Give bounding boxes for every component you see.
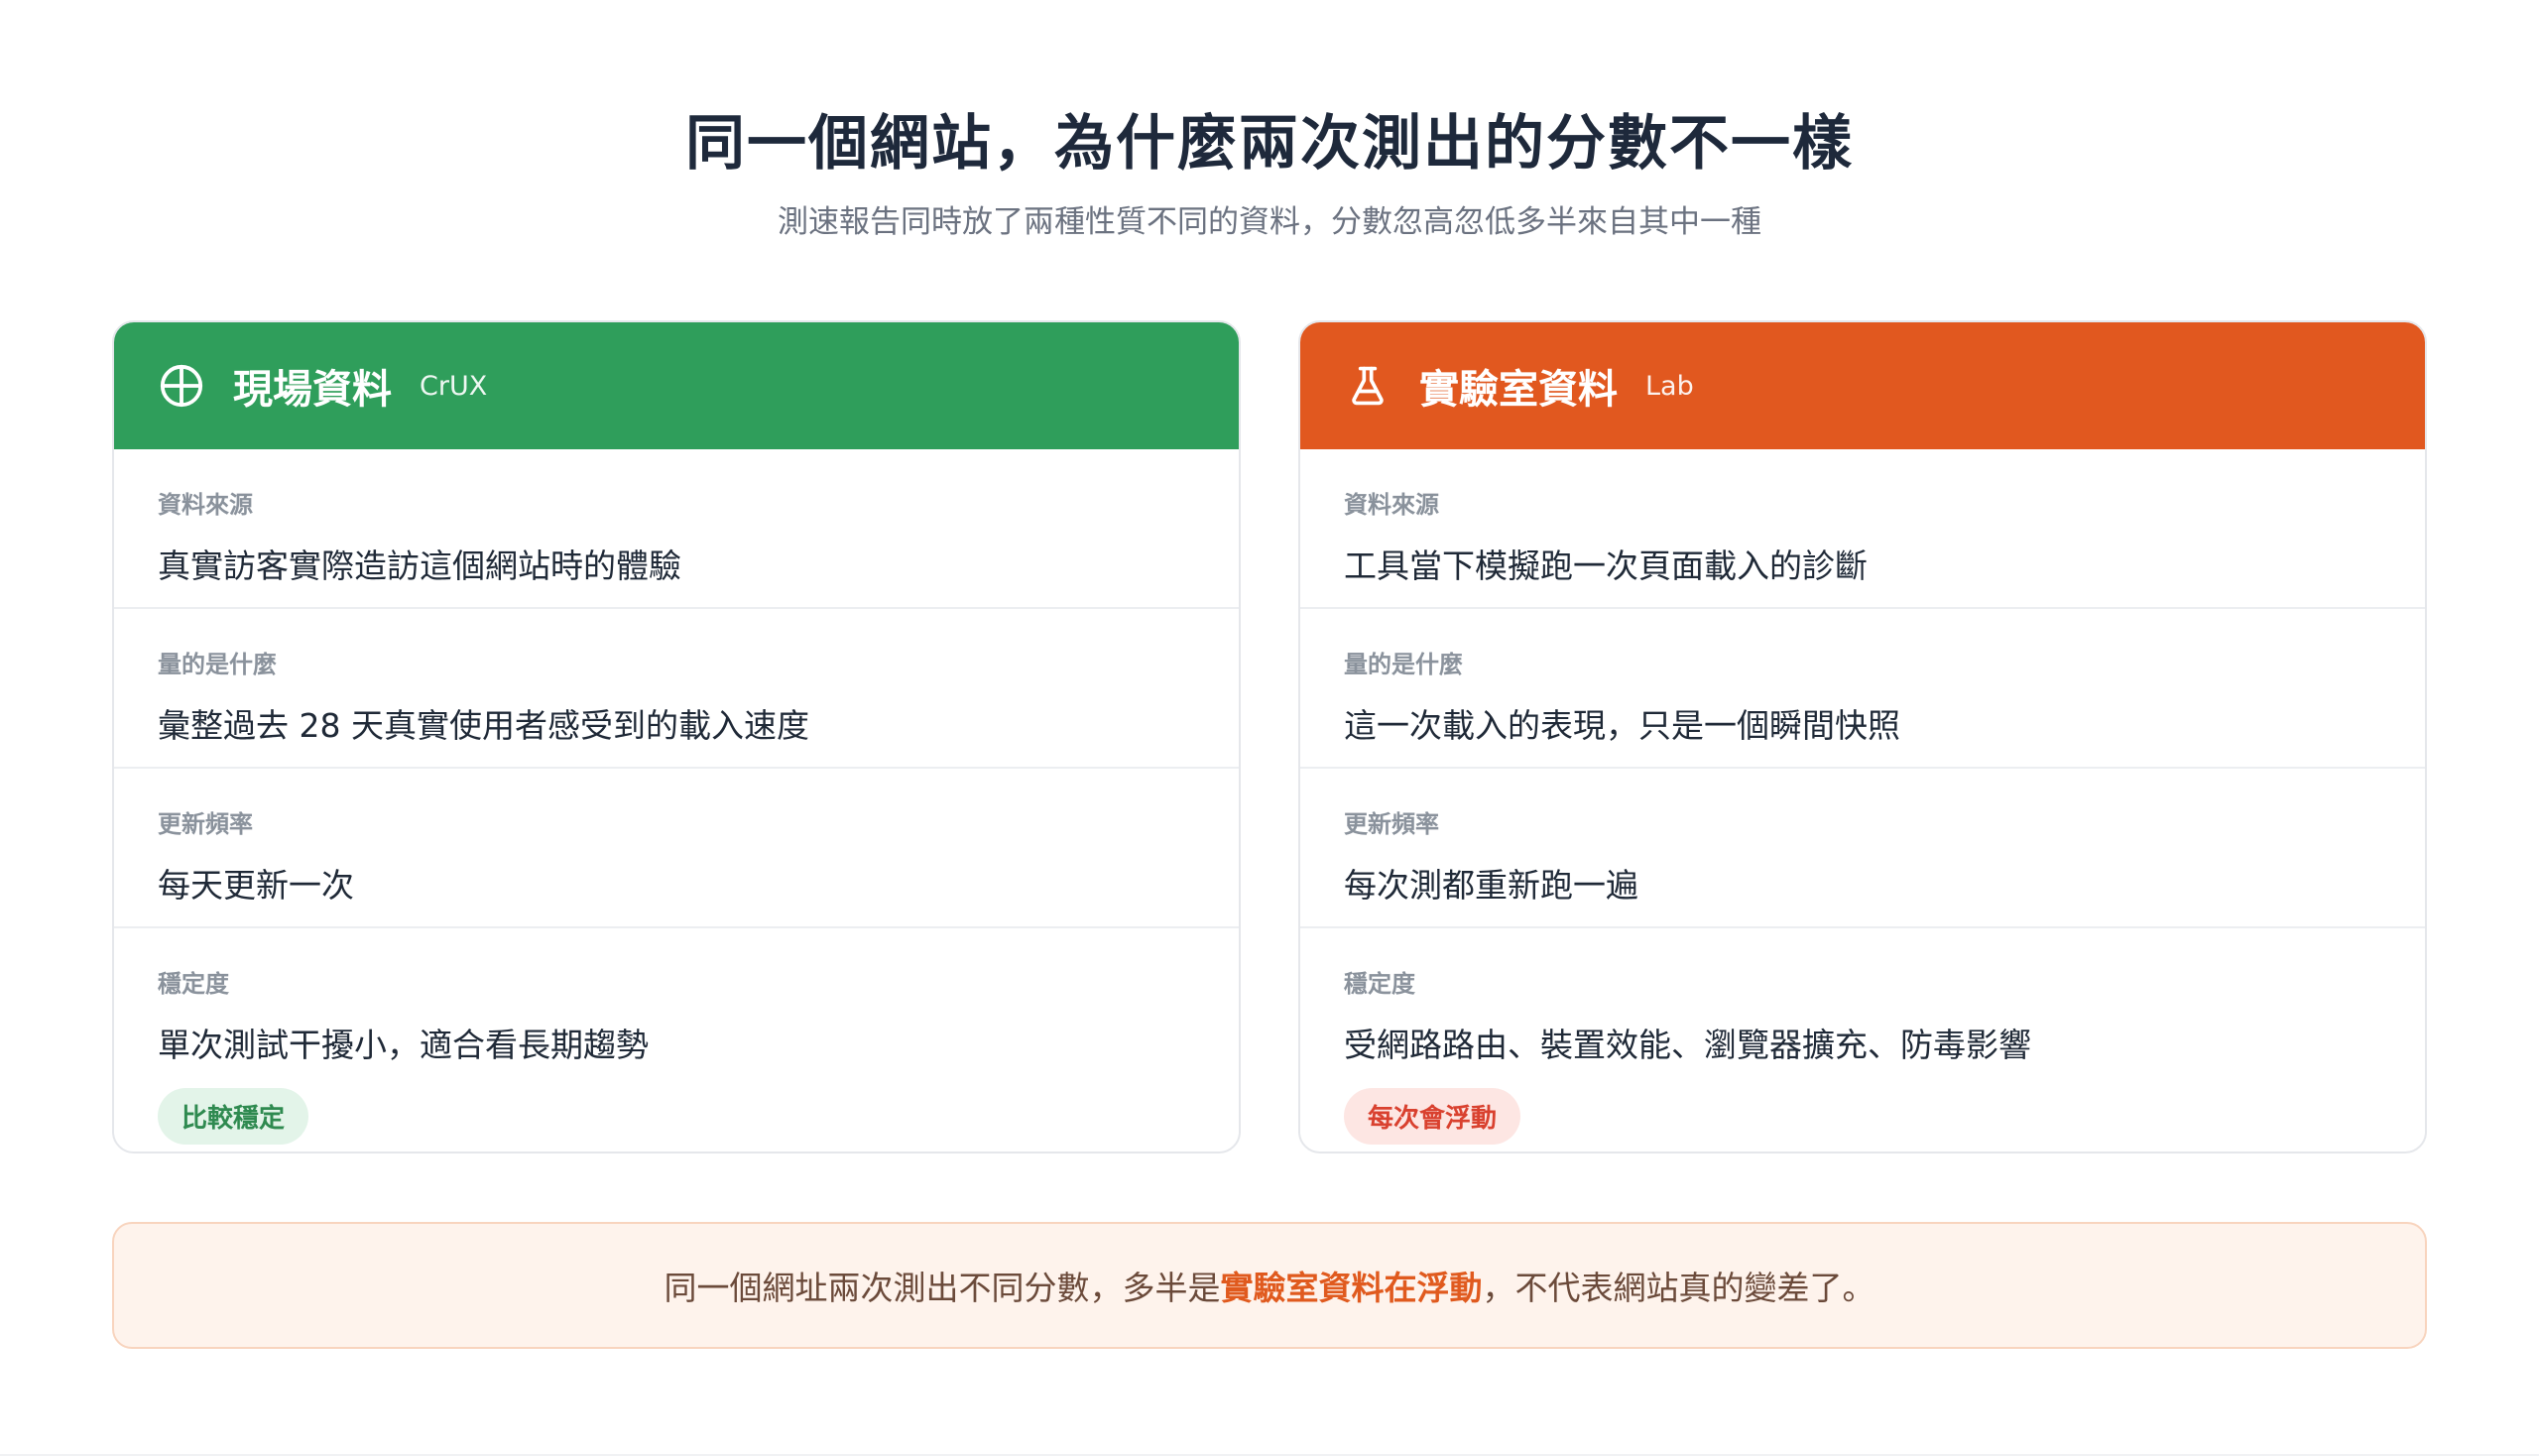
page: 同一個網站，為什麼兩次測出的分數不一樣 測速報告同時放了兩種性質不同的資料，分數… bbox=[0, 0, 2539, 1456]
note-text-before: 同一個網址兩次測出不同分數，多半是 bbox=[664, 1269, 1221, 1307]
field-row-stability: 穩定度 單次測試干擾小，適合看長期趨勢 比較穩定 bbox=[114, 928, 1239, 1150]
note-text-after: ，不代表網站真的變差了。 bbox=[1482, 1269, 1875, 1307]
row-value: 每天更新一次 bbox=[158, 866, 354, 905]
note-highlight: 實驗室資料在浮動 bbox=[1220, 1269, 1483, 1307]
page-title: 同一個網站，為什麼兩次測出的分數不一樣 bbox=[685, 109, 1854, 179]
row-value: 彙整過去 28 天真實使用者感受到的載入速度 bbox=[158, 706, 809, 745]
lab-card-header: 實驗室資料 Lab bbox=[1300, 322, 2425, 449]
row-value: 這一次載入的表現，只是一個瞬間快照 bbox=[1344, 706, 1900, 745]
field-row-frequency: 更新頻率 每天更新一次 bbox=[114, 769, 1239, 928]
field-card-tag: CrUX bbox=[420, 370, 488, 402]
row-label: 穩定度 bbox=[158, 970, 229, 998]
row-label: 穩定度 bbox=[1344, 970, 1415, 998]
row-label: 量的是什麼 bbox=[1344, 651, 1463, 678]
row-value: 工具當下模擬跑一次頁面載入的診斷 bbox=[1344, 546, 1868, 585]
lab-card-title: 實驗室資料 bbox=[1419, 367, 1618, 413]
lab-row-measure: 量的是什麼 這一次載入的表現，只是一個瞬間快照 bbox=[1300, 609, 2425, 769]
unstable-badge: 每次會浮動 bbox=[1344, 1088, 1521, 1145]
lab-row-source: 資料來源 工具當下模擬跑一次頁面載入的診斷 bbox=[1300, 449, 2425, 609]
row-value: 真實訪客實際造訪這個網站時的體驗 bbox=[158, 546, 681, 585]
row-label: 更新頻率 bbox=[158, 810, 253, 838]
row-label: 更新頻率 bbox=[1344, 810, 1439, 838]
flask-icon bbox=[1344, 362, 1391, 410]
conclusion-note: 同一個網址兩次測出不同分數，多半是 實驗室資料在浮動 ，不代表網站真的變差了。 bbox=[112, 1222, 2427, 1349]
row-value: 受網路路由、裝置效能、瀏覽器擴充、防毒影響 bbox=[1344, 1026, 2031, 1064]
row-label: 資料來源 bbox=[1344, 491, 1439, 519]
lab-data-card: 實驗室資料 Lab 資料來源 工具當下模擬跑一次頁面載入的診斷 量的是什麼 這一… bbox=[1298, 320, 2427, 1153]
field-card-header: 現場資料 CrUX bbox=[114, 322, 1239, 449]
row-value: 單次測試干擾小，適合看長期趨勢 bbox=[158, 1026, 649, 1064]
field-data-card: 現場資料 CrUX 資料來源 真實訪客實際造訪這個網站時的體驗 量的是什麼 彙整… bbox=[112, 320, 1241, 1153]
stable-badge: 比較穩定 bbox=[158, 1088, 309, 1145]
field-row-source: 資料來源 真實訪客實際造訪這個網站時的體驗 bbox=[114, 449, 1239, 609]
lab-card-tag: Lab bbox=[1645, 370, 1694, 402]
row-value: 每次測都重新跑一遍 bbox=[1344, 866, 1638, 905]
field-card-title: 現場資料 bbox=[233, 367, 392, 413]
lab-row-stability: 穩定度 受網路路由、裝置效能、瀏覽器擴充、防毒影響 每次會浮動 bbox=[1300, 928, 2425, 1150]
field-row-measure: 量的是什麼 彙整過去 28 天真實使用者感受到的載入速度 bbox=[114, 609, 1239, 769]
page-subtitle: 測速報告同時放了兩種性質不同的資料，分數忽高忽低多半來自其中一種 bbox=[778, 204, 1761, 240]
row-label: 量的是什麼 bbox=[158, 651, 277, 678]
lab-row-frequency: 更新頻率 每次測都重新跑一遍 bbox=[1300, 769, 2425, 928]
globe-icon bbox=[158, 362, 205, 410]
row-label: 資料來源 bbox=[158, 491, 253, 519]
